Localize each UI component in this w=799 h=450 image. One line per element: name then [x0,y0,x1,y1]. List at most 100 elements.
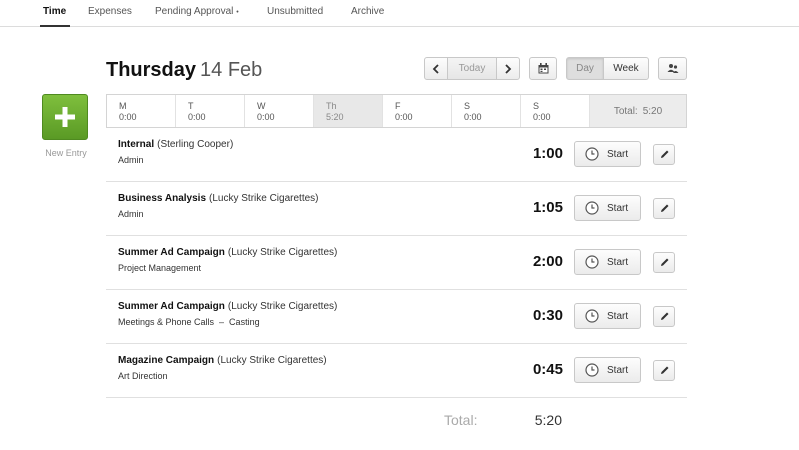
next-day-button[interactable] [496,57,520,80]
week-day-sat[interactable]: S 0:00 [452,95,521,127]
day-letter: S [533,101,540,111]
entry-project: Summer Ad Campaign (Lucky Strike Cigarett… [118,301,337,312]
start-timer-button[interactable]: Start [574,357,641,383]
edit-entry-button[interactable] [653,252,675,273]
edit-entry-button[interactable] [653,198,675,219]
day-total-value: 5:20 [534,412,562,428]
clock-icon [585,147,599,161]
entry-hours[interactable]: 0:45 [516,361,563,378]
day-letter: S [464,101,471,111]
entry-hours[interactable]: 1:00 [516,145,563,162]
day-hours: 0:00 [395,112,413,122]
prev-day-button[interactable] [424,57,448,80]
project-name: Summer Ad Campaign [118,247,225,258]
entry-project: Business Analysis (Lucky Strike Cigarette… [118,193,319,204]
project-name: Business Analysis [118,193,207,204]
project-name: Internal [118,139,155,150]
project-name: Summer Ad Campaign [118,301,225,312]
pencil-icon [660,312,668,320]
active-tab-indicator [40,25,70,27]
clock-icon [585,255,599,269]
day-letter: T [188,101,194,111]
week-view-button[interactable]: Week [603,57,649,80]
week-day-fri[interactable]: F 0:00 [383,95,452,127]
entry-hours[interactable]: 2:00 [516,253,563,270]
day-hours: 0:00 [119,112,137,122]
project-name: Magazine Campaign [118,355,215,366]
week-day-mon[interactable]: M 0:00 [107,95,176,127]
entry-hours[interactable]: 1:05 [516,199,563,216]
calendar-button[interactable] [529,57,557,80]
entry-task: Project Management [118,263,202,273]
day-total-label: Total: [444,412,478,428]
tab-archive[interactable]: Archive [351,6,384,17]
week-summary: M 0:00 T 0:00 W 0:00 Th 5:20 F 0:00 S 0:00 S 0:… [106,94,687,128]
plus-icon [55,107,75,127]
entry-project: Magazine Campaign (Lucky Strike Cigarette… [118,355,327,366]
week-day-tue[interactable]: T 0:00 [176,95,245,127]
tab-time[interactable]: Time [43,6,66,17]
clock-icon [585,201,599,215]
new-entry-button[interactable] [42,94,88,140]
client-name: (Lucky Strike Cigarettes) [227,301,338,312]
chevron-left-icon [432,63,439,74]
new-entry-label: New Entry [45,148,87,158]
time-entry-row: Business Analysis (Lucky Strike Cigarette… [106,182,687,236]
day-letter: M [119,101,127,111]
client-name: (Lucky Strike Cigarettes) [227,247,338,258]
time-entry-row: Summer Ad Campaign (Lucky Strike Cigarett… [106,236,687,290]
entry-task: Art Direction [118,371,168,381]
week-day-wed[interactable]: W 0:00 [245,95,314,127]
day-letter: Th [326,101,337,111]
week-total: Total: 5:20 [590,95,686,127]
date-label: 14 Feb [200,59,263,81]
pencil-icon [660,258,668,266]
tab-expenses[interactable]: Expenses [88,6,132,17]
page-title: Thursday 14 Feb [106,59,262,82]
entry-task: Admin [118,155,144,165]
day-letter: F [395,101,401,111]
edit-entry-button[interactable] [653,360,675,381]
start-label: Start [607,202,629,214]
today-button[interactable]: Today [447,57,497,80]
time-entry-row: Summer Ad Campaign (Lucky Strike Cigarett… [106,290,687,344]
start-timer-button[interactable]: Start [574,249,641,275]
time-entry-row: Magazine Campaign (Lucky Strike Cigarette… [106,344,687,398]
day-hours: 0:00 [188,112,206,122]
pending-dot: • [236,9,239,16]
week-day-thu[interactable]: Th 5:20 [314,95,383,127]
time-entry-row: Internal (Sterling Cooper) Admin 1:00 Sta… [106,128,687,182]
week-total-value: 5:20 [642,105,663,117]
edit-entry-button[interactable] [653,306,675,327]
client-name: (Lucky Strike Cigarettes) [217,355,327,366]
day-view-button[interactable]: Day [566,57,604,80]
day-hours: 0:00 [464,112,482,122]
day-hours: 5:20 [326,112,344,122]
start-timer-button[interactable]: Start [574,303,641,329]
pencil-icon [660,150,668,158]
start-label: Start [607,310,629,322]
start-label: Start [607,256,629,268]
teammates-button[interactable] [658,57,687,80]
start-label: Start [607,364,629,376]
tab-unsubmitted[interactable]: Unsubmitted [267,6,323,17]
edit-entry-button[interactable] [653,144,675,165]
top-nav: Time Expenses Pending Approval • Unsubmi… [0,0,799,27]
start-timer-button[interactable]: Start [574,195,641,221]
entry-task: Admin [118,209,144,219]
entry-hours[interactable]: 0:30 [516,307,563,324]
client-name: (Lucky Strike Cigarettes) [209,193,319,204]
clock-icon [585,363,599,377]
week-total-label: Total: [613,105,638,117]
entry-task: Meetings & Phone Calls – Casting [118,317,260,327]
week-day-sun[interactable]: S 0:00 [521,95,590,127]
day-hours: 0:00 [533,112,551,122]
start-timer-button[interactable]: Start [574,141,641,167]
day-hours: 0:00 [257,112,275,122]
entry-project: Internal (Sterling Cooper) [118,139,233,150]
day-of-week: Thursday [106,59,197,81]
tab-pending-approval[interactable]: Pending Approval • [155,6,239,17]
teammates-icon [667,64,678,73]
clock-icon [585,309,599,323]
chevron-right-icon [505,63,512,74]
